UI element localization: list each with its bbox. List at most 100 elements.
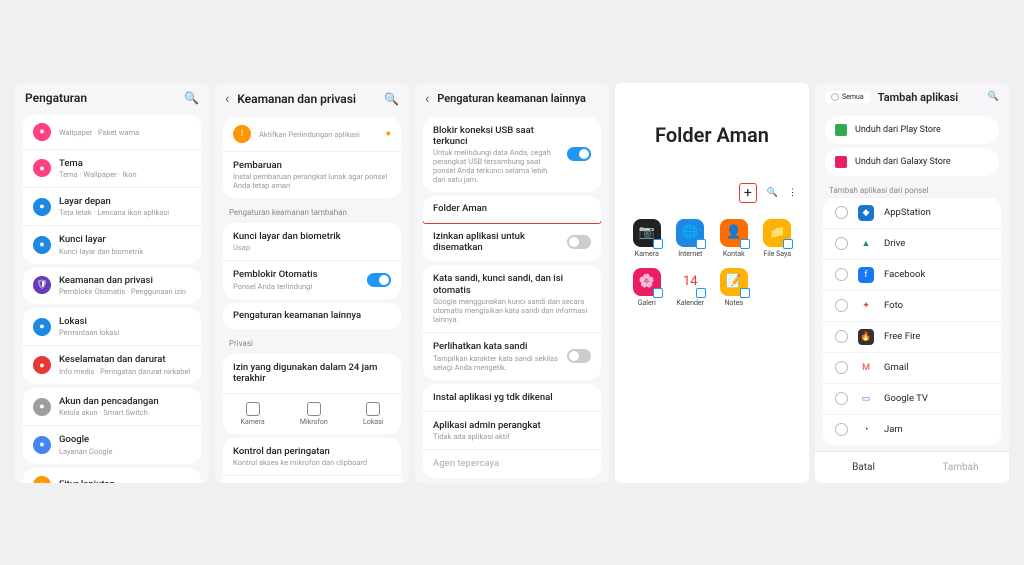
palette-icon: ● (33, 159, 51, 177)
page-title: Keamanan dan privasi (237, 92, 376, 106)
app-list-item[interactable]: ▭Google TV (823, 383, 1001, 414)
list-row[interactable]: ●Fitur lanjutan (23, 468, 201, 483)
app-list-item[interactable]: ▲Drive (823, 228, 1001, 259)
header: Semua Tambah aplikasi 🔍 (815, 83, 1009, 112)
warning-icon: ! (233, 125, 251, 143)
account-icon: ● (33, 398, 51, 416)
list-row[interactable]: Kata sandi, kunci sandi, dan isi otomati… (423, 265, 601, 332)
radio[interactable] (835, 423, 848, 436)
app-notes[interactable]: 📝Notes (714, 268, 754, 307)
download-button[interactable]: Unduh dari Galaxy Store (825, 148, 999, 176)
list-row[interactable]: ●GoogleLayanan Google (23, 425, 201, 463)
toggle[interactable] (367, 273, 391, 287)
header: ‹ Keamanan dan privasi 🔍 (215, 83, 409, 113)
app-internet[interactable]: 🌐Internet (671, 219, 711, 258)
app-grid: 📷Kamera🌐Internet👤Kontak📁File Saya 🌸Galeri… (615, 209, 809, 317)
app-list-item[interactable]: ✦Foto (823, 290, 1001, 321)
radio[interactable] (835, 361, 848, 374)
emergency-icon: ● (33, 356, 51, 374)
app-list-item[interactable]: MGmail (823, 352, 1001, 383)
page-title: Tambah aplikasi (878, 91, 980, 104)
app-icon: 📝 (720, 268, 748, 296)
radio[interactable] (835, 330, 848, 343)
toggle[interactable] (567, 235, 591, 249)
radio[interactable] (835, 237, 848, 250)
quick-mikrofon[interactable]: Mikrofon (300, 402, 328, 426)
search-icon[interactable]: 🔍 (184, 91, 199, 105)
row-security-privacy[interactable]: 🛡 Keamanan dan privasi Pemblokir Otomati… (23, 268, 201, 304)
radio[interactable] (835, 299, 848, 312)
row-updates[interactable]: PembaruanInstal pembaruan perangkat luna… (223, 151, 401, 198)
search-icon[interactable]: 🔍 (988, 92, 999, 102)
wallpaper-icon: ● (33, 123, 51, 141)
page-title: Folder Aman (615, 83, 809, 177)
store-icon (835, 124, 847, 136)
app-kalender[interactable]: 14Kalender (671, 268, 711, 307)
search-icon[interactable]: 🔍 (384, 92, 399, 106)
list-row[interactable]: ●Layar depanTata letak · Lencana ikon ap… (23, 187, 201, 225)
app-kontak[interactable]: 👤Kontak (714, 219, 754, 258)
add-button[interactable]: Tambah (912, 452, 1009, 483)
list-row[interactable]: Perlihatkan kata sandiTampilkan karakter… (423, 332, 601, 379)
row-usb-block[interactable]: Blokir koneksi USB saat terkunciUntuk me… (423, 117, 601, 193)
row-app-protection[interactable]: ! Aktifkan Perlindungan aplikasi ● (223, 117, 401, 151)
app-icon: 🔥 (858, 329, 874, 345)
list-row[interactable]: Izinkan aplikasi untuk disematkan (423, 223, 601, 262)
header: ‹ Pengaturan keamanan lainnya (415, 83, 609, 113)
row-secure-folder[interactable]: Folder Aman (423, 196, 601, 223)
list-row[interactable]: Kunci layar dan biometrikUsap (223, 223, 401, 260)
app-kamera[interactable]: 📷Kamera (627, 219, 667, 258)
list-row[interactable]: Kontrol dan peringatanKontrol akses ke m… (223, 438, 401, 475)
app-icon: 👤 (720, 219, 748, 247)
app-icon: 📁 (763, 219, 791, 247)
list-row[interactable]: ●LokasiPermintaan lokasi (23, 308, 201, 345)
back-icon[interactable]: ‹ (425, 91, 429, 107)
screen-security: ‹ Keamanan dan privasi 🔍 ! Aktifkan Perl… (215, 83, 409, 483)
app-icon: 📷 (633, 219, 661, 247)
home-icon: ● (33, 198, 51, 216)
row-more-security[interactable]: Pengaturan keamanan lainnya (223, 303, 401, 329)
screen-settings: Pengaturan 🔍 ●Wallpaper · Paket warna●Te… (15, 83, 209, 483)
radio[interactable] (835, 206, 848, 219)
list-row[interactable]: Agen tepercaya (423, 449, 601, 477)
back-icon[interactable]: ‹ (225, 91, 229, 107)
app-list-item[interactable]: 🔥Free Fire (823, 321, 1001, 352)
app-galeri[interactable]: 🌸Galeri (627, 268, 667, 307)
add-icon[interactable]: + (739, 183, 757, 203)
app-icon: 🌐 (676, 219, 704, 247)
list-row[interactable]: ●Wallpaper · Paket warna (23, 115, 201, 149)
app-icon: 14 (676, 268, 704, 296)
cancel-button[interactable]: Batal (815, 452, 912, 483)
list-row[interactable]: ●TemaTema · Wallpaper · Ikon (23, 149, 201, 187)
app-list-item[interactable]: ◆AppStation (823, 197, 1001, 228)
list-row[interactable]: ●Akun dan pencadanganKelola akun · Smart… (23, 388, 201, 425)
quick-kamera[interactable]: Kamera (241, 402, 265, 426)
quick-lokasi[interactable]: Lokasi (363, 402, 383, 426)
filter-all[interactable]: Semua (825, 91, 870, 103)
download-button[interactable]: Unduh dari Play Store (825, 116, 999, 144)
section-label: Penyimpanan kredensial (415, 482, 609, 483)
list-row[interactable]: ●Keselamatan dan daruratInfo medis · Per… (23, 345, 201, 383)
toolbar: + 🔍 ⋮ (615, 177, 809, 209)
section-label: Privasi (215, 333, 409, 350)
radio[interactable] (835, 268, 848, 281)
app-list-item[interactable]: ◔Jam (823, 414, 1001, 445)
google-icon: ● (33, 436, 51, 454)
app-file saya[interactable]: 📁File Saya (758, 219, 798, 258)
toggle[interactable] (567, 147, 591, 161)
app-icon: ✦ (858, 298, 874, 314)
app-list-item[interactable]: fFacebook (823, 259, 1001, 290)
list-row[interactable]: Pemblokir OtomatisPonsel Anda terlindung… (223, 260, 401, 298)
row-permissions[interactable]: Izin yang digunakan dalam 24 jam terakhi… (223, 354, 401, 393)
store-icon (835, 156, 847, 168)
list-row[interactable]: Pengaturan privasi lainnya (223, 475, 401, 482)
list-row[interactable]: Aplikasi admin perangkatTidak ada aplika… (423, 411, 601, 449)
app-icon: f (858, 267, 874, 283)
list-row[interactable]: ●Kunci layarKunci layar dan biometrik (23, 225, 201, 263)
more-icon[interactable]: ⋮ (788, 188, 797, 198)
toggle[interactable] (567, 349, 591, 363)
radio[interactable] (835, 392, 848, 405)
list-row[interactable]: Instal aplikasi yg tdk dikenal (423, 384, 601, 411)
screen-more-security: ‹ Pengaturan keamanan lainnya Blokir kon… (415, 83, 609, 483)
search-icon[interactable]: 🔍 (767, 188, 778, 198)
